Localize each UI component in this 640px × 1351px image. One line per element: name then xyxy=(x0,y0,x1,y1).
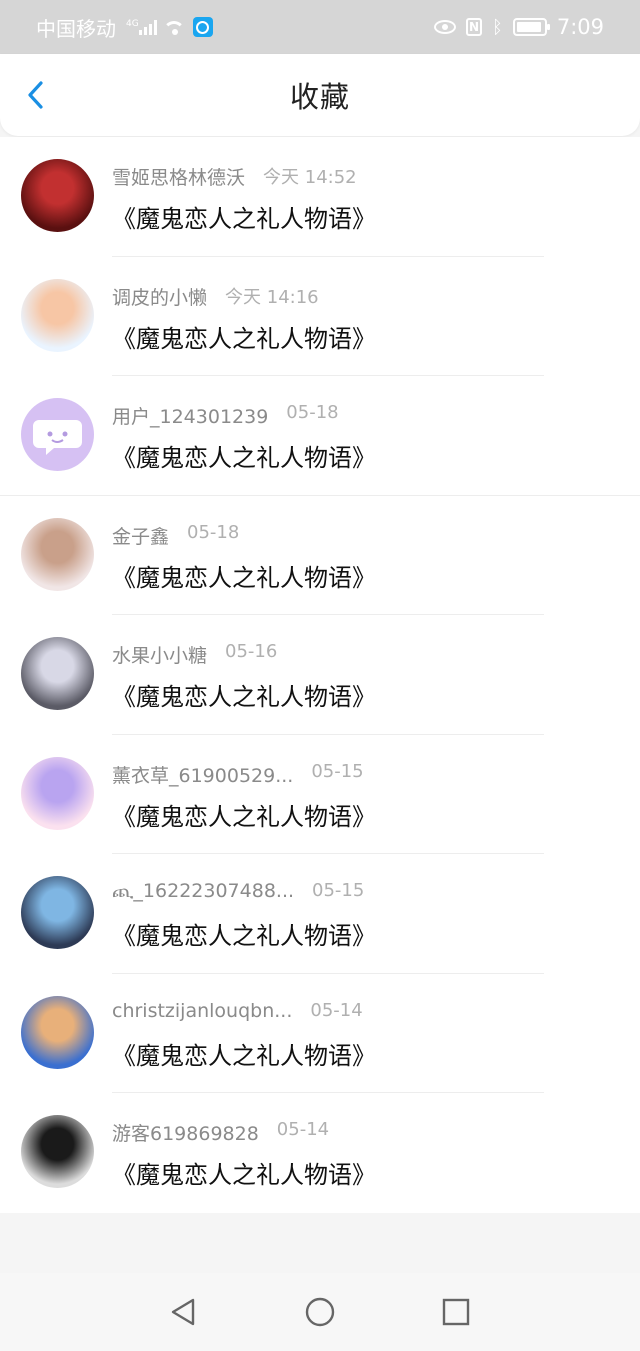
list-item[interactable]: 用户_124301239 05-18 《魔鬼恋人之礼人物语》 xyxy=(0,376,640,496)
list-item[interactable]: 金子鑫 05-18 《魔鬼恋人之礼人物语》 xyxy=(0,496,640,616)
avatar[interactable] xyxy=(21,637,94,710)
status-right: N ᛒ 7:09 xyxy=(434,15,604,39)
battery-icon xyxy=(512,18,550,36)
username[interactable]: 金子鑫 xyxy=(112,522,169,549)
nav-back-button[interactable] xyxy=(168,1297,198,1327)
nav-home-circle-icon xyxy=(305,1297,335,1327)
favorite-title[interactable]: 《魔鬼恋人之礼人物语》 xyxy=(112,438,376,473)
list-item[interactable]: 雪姬思格林德沃 今天 14:52 《魔鬼恋人之礼人物语》 xyxy=(0,137,640,257)
timestamp: 05-15 xyxy=(312,880,365,901)
timestamp: 今天 14:16 xyxy=(225,286,319,308)
chevron-left-icon xyxy=(28,81,43,109)
item-meta: 雪姬思格林德沃 今天 14:52 xyxy=(112,163,357,190)
item-meta: 用户_124301239 05-18 xyxy=(112,402,339,429)
timestamp: 05-16 xyxy=(225,641,278,662)
favorite-title[interactable]: 《魔鬼恋人之礼人物语》 xyxy=(112,558,376,593)
avatar[interactable] xyxy=(21,517,94,591)
list-item[interactable]: 薰衣草_61900529... 05-15 《魔鬼恋人之礼人物语》 xyxy=(0,735,640,855)
status-left: 中国移动 4G xyxy=(36,13,213,42)
timestamp: 05-14 xyxy=(276,1119,330,1140)
back-button[interactable] xyxy=(22,80,52,110)
app-notification-icon xyxy=(192,17,213,37)
item-meta: 游客619869828 05-14 xyxy=(112,1119,329,1146)
username[interactable]: 调皮的小懒 xyxy=(112,283,207,310)
username[interactable]: 游客619869828 xyxy=(112,1119,259,1146)
avatar[interactable] xyxy=(21,278,94,352)
system-nav-bar xyxy=(0,1273,640,1351)
username[interactable]: 水果小小糖 xyxy=(112,641,207,668)
avatar[interactable] xyxy=(21,398,94,471)
username[interactable]: christzijanlouqbn... xyxy=(112,1000,292,1022)
nav-recents-button[interactable] xyxy=(441,1297,471,1327)
item-meta: ጪ_16222307488... 05-15 xyxy=(112,880,364,902)
chat-bubble-icon xyxy=(33,420,82,455)
item-meta: christzijanlouqbn... 05-14 xyxy=(112,1000,363,1022)
favorite-title[interactable]: 《魔鬼恋人之礼人物语》 xyxy=(112,1036,376,1071)
timestamp: 05-18 xyxy=(286,402,339,423)
status-bar: 中国移动 4G N ᛒ 7:09 xyxy=(0,0,640,54)
avatar[interactable] xyxy=(21,1115,94,1188)
list-item[interactable]: 游客619869828 05-14 《魔鬼恋人之礼人物语》 xyxy=(0,1093,640,1213)
status-time: 7:09 xyxy=(556,15,604,39)
favorites-list: 雪姬思格林德沃 今天 14:52 《魔鬼恋人之礼人物语》 调皮的小懒 今天 14:16 《… xyxy=(0,137,640,1213)
timestamp: 05-18 xyxy=(187,521,240,543)
favorite-title[interactable]: 《魔鬼恋人之礼人物语》 xyxy=(112,199,376,234)
list-item[interactable]: ጪ_16222307488... 05-15 《魔鬼恋人之礼人物语》 xyxy=(0,854,640,974)
nav-back-triangle-icon xyxy=(171,1298,195,1326)
nfc-icon: N xyxy=(466,18,483,36)
signal-icon: 4G xyxy=(124,19,157,35)
nav-recents-square-icon xyxy=(442,1298,470,1326)
eye-icon xyxy=(434,20,457,34)
timestamp: 05-14 xyxy=(310,999,363,1021)
username[interactable]: 薰衣草_61900529... xyxy=(112,761,293,788)
avatar[interactable] xyxy=(21,876,94,949)
favorite-title[interactable]: 《魔鬼恋人之礼人物语》 xyxy=(112,677,376,712)
username[interactable]: 雪姬思格林德沃 xyxy=(112,163,245,190)
carrier-label: 中国移动 xyxy=(36,16,116,41)
item-meta: 薰衣草_61900529... 05-15 xyxy=(112,761,364,788)
list-item[interactable]: 调皮的小懒 今天 14:16 《魔鬼恋人之礼人物语》 xyxy=(0,257,640,377)
avatar[interactable] xyxy=(21,159,94,232)
item-meta: 调皮的小懒 今天 14:16 xyxy=(112,283,319,310)
avatar[interactable] xyxy=(21,995,94,1069)
list-item[interactable]: christzijanlouqbn... 05-14 《魔鬼恋人之礼人物语》 xyxy=(0,974,640,1094)
favorite-title[interactable]: 《魔鬼恋人之礼人物语》 xyxy=(112,797,376,832)
wifi-icon xyxy=(164,19,185,35)
list-item[interactable]: 水果小小糖 05-16 《魔鬼恋人之礼人物语》 xyxy=(0,615,640,735)
favorite-title[interactable]: 《魔鬼恋人之礼人物语》 xyxy=(112,319,376,354)
bluetooth-icon: ᛒ xyxy=(492,16,503,38)
avatar[interactable] xyxy=(21,756,94,830)
nav-home-button[interactable] xyxy=(305,1297,335,1327)
favorite-title[interactable]: 《魔鬼恋人之礼人物语》 xyxy=(112,916,376,951)
network-type: 4G xyxy=(126,19,139,29)
item-meta: 水果小小糖 05-16 xyxy=(112,641,277,668)
item-meta: 金子鑫 05-18 xyxy=(112,522,239,549)
timestamp: 05-15 xyxy=(311,760,364,782)
username[interactable]: ጪ_16222307488... xyxy=(112,880,294,902)
favorite-title[interactable]: 《魔鬼恋人之礼人物语》 xyxy=(112,1155,376,1190)
page-title: 收藏 xyxy=(289,80,350,114)
username[interactable]: 用户_124301239 xyxy=(112,402,268,429)
page-header: 收藏 xyxy=(0,54,640,136)
timestamp: 今天 14:52 xyxy=(263,167,357,188)
